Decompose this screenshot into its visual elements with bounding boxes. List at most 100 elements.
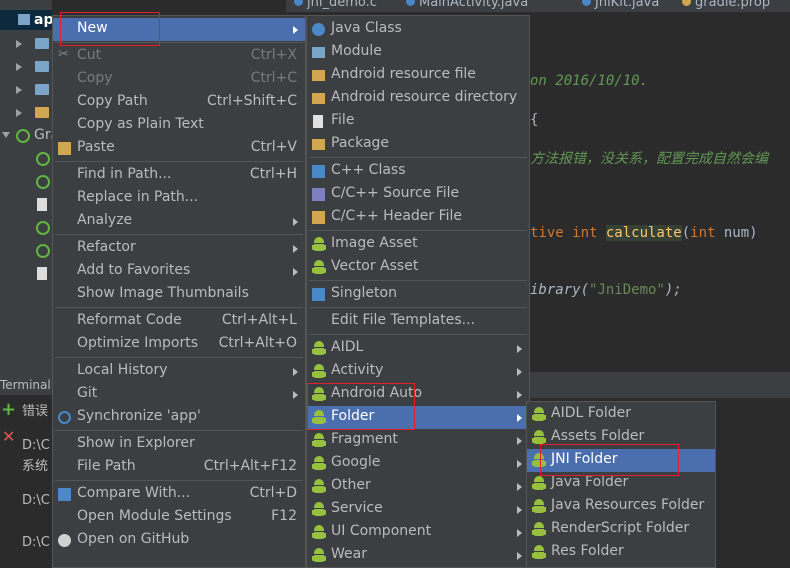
- menu-item-label: Compare With...: [77, 485, 191, 501]
- context-menu-item-refactor[interactable]: Refactor: [53, 237, 305, 260]
- menu-separator: [55, 480, 303, 481]
- new-menu-item-singleton[interactable]: Singleton: [307, 283, 529, 306]
- plus-icon[interactable]: +: [1, 399, 16, 420]
- menu-item-label: Refactor: [77, 239, 136, 255]
- tab-jni-demo[interactable]: jni_demo.c: [294, 0, 377, 12]
- context-menu-item-optimize-imports[interactable]: Optimize Imports Ctrl+Alt+O: [53, 333, 305, 356]
- collapse-arrow-icon[interactable]: [2, 132, 10, 138]
- context-menu-item-copy-as-plain-text[interactable]: Copy as Plain Text: [53, 114, 305, 137]
- compare-icon: [58, 488, 71, 501]
- submenu-arrow-icon: [517, 460, 522, 468]
- expand-arrow-icon[interactable]: [16, 40, 22, 48]
- tab-gradle-prop[interactable]: gradle.prop: [682, 0, 770, 12]
- new-menu-item-service[interactable]: Service: [307, 498, 529, 521]
- tree-row[interactable]: [0, 149, 52, 169]
- new-menu-item-android-resource-directory[interactable]: Android resource directory: [307, 87, 529, 110]
- new-menu-item-android-resource-file[interactable]: Android resource file: [307, 64, 529, 87]
- tree-row[interactable]: [0, 264, 52, 284]
- expand-arrow-icon[interactable]: [16, 86, 22, 94]
- menu-item-shortcut: Ctrl+Alt+F12: [203, 458, 297, 474]
- context-menu-item-show-image-thumbnails[interactable]: Show Image Thumbnails: [53, 283, 305, 306]
- context-menu-item-cut[interactable]: ✂ Cut Ctrl+X: [53, 45, 305, 68]
- submenu-arrow-icon: [293, 391, 298, 399]
- close-icon[interactable]: ✕: [2, 427, 15, 446]
- menu-item-label: Optimize Imports: [77, 335, 198, 351]
- tree-row[interactable]: [0, 80, 52, 100]
- package-icon: [312, 139, 325, 150]
- context-menu-item-analyze[interactable]: Analyze: [53, 210, 305, 233]
- context-menu-item-reformat-code[interactable]: Reformat Code Ctrl+Alt+L: [53, 310, 305, 333]
- tree-row[interactable]: [0, 57, 52, 77]
- terminal-title[interactable]: Terminal: [0, 378, 51, 392]
- context-menu-item-synchronize-app[interactable]: Synchronize 'app': [53, 406, 305, 429]
- new-menu-item-other[interactable]: Other: [307, 475, 529, 498]
- menu-separator: [309, 280, 527, 281]
- context-menu-item-local-history[interactable]: Local History: [53, 360, 305, 383]
- context-menu-item-compare-with[interactable]: Compare With... Ctrl+D: [53, 483, 305, 506]
- android-icon: [532, 522, 546, 537]
- android-icon: [532, 407, 546, 422]
- context-menu-item-replace-in-path[interactable]: Replace in Path...: [53, 187, 305, 210]
- new-menu-item-vector-asset[interactable]: Vector Asset: [307, 256, 529, 279]
- new-menu-item-c-c-source-file[interactable]: C/C++ Source File: [307, 183, 529, 206]
- new-menu-item-wear[interactable]: Wear: [307, 544, 529, 567]
- expand-arrow-icon[interactable]: [16, 109, 22, 117]
- folder-menu-item-renderscript-folder[interactable]: RenderScript Folder: [527, 518, 715, 541]
- new-menu-item-file[interactable]: File: [307, 110, 529, 133]
- new-menu-item-module[interactable]: Module: [307, 41, 529, 64]
- new-menu-item-google[interactable]: Google: [307, 452, 529, 475]
- context-menu-item-find-in-path[interactable]: Find in Path... Ctrl+H: [53, 164, 305, 187]
- new-menu-item-package[interactable]: Package: [307, 133, 529, 156]
- new-menu-item-aidl[interactable]: AIDL: [307, 337, 529, 360]
- menu-item-label: Other: [331, 477, 371, 493]
- folder-menu-item-res-folder[interactable]: Res Folder: [527, 541, 715, 564]
- new-menu-item-c-c-header-file[interactable]: C/C++ Header File: [307, 206, 529, 229]
- highlight-box-jni-folder: [540, 444, 679, 476]
- github-icon: [58, 534, 71, 547]
- tree-row[interactable]: [0, 241, 52, 261]
- context-menu-item-git[interactable]: Git: [53, 383, 305, 406]
- context-menu-item-paste[interactable]: Paste Ctrl+V: [53, 137, 305, 160]
- context-menu-item-copy[interactable]: Copy Ctrl+C: [53, 68, 305, 91]
- terminal-panel[interactable]: + ✕ 错误 D:\C 系统 D:\C D:\C: [0, 395, 52, 568]
- tab-jnikit[interactable]: JniKit.java: [582, 0, 659, 12]
- expand-arrow-icon[interactable]: [16, 63, 22, 71]
- tree-row-gradle[interactable]: Gra: [0, 126, 59, 146]
- context-menu-item-add-to-favorites[interactable]: Add to Favorites: [53, 260, 305, 283]
- submenu-arrow-icon: [517, 391, 522, 399]
- context-menu-item-open-module-settings[interactable]: Open Module Settings F12: [53, 506, 305, 529]
- tab-main-activity[interactable]: MainActivity.java: [406, 0, 528, 12]
- new-menu-item-fragment[interactable]: Fragment: [307, 429, 529, 452]
- menu-item-label: Cut: [77, 47, 102, 63]
- tree-row[interactable]: [0, 195, 52, 215]
- menu-item-label: UI Component: [331, 523, 432, 539]
- folder-menu-item-aidl-folder[interactable]: AIDL Folder: [527, 403, 715, 426]
- terminal-line: D:\C: [22, 493, 50, 508]
- android-icon: [312, 364, 326, 379]
- module-icon: [18, 14, 30, 25]
- new-menu-item-edit-file-templates[interactable]: Edit File Templates...: [307, 310, 529, 333]
- highlight-box-folder: [307, 383, 415, 430]
- new-menu-item-java-class[interactable]: Java Class: [307, 18, 529, 41]
- tree-row[interactable]: [0, 218, 52, 238]
- tree-row[interactable]: [0, 172, 52, 192]
- context-menu-item-file-path[interactable]: File Path Ctrl+Alt+F12: [53, 456, 305, 479]
- tree-row-app[interactable]: ap: [0, 10, 53, 30]
- android-icon: [312, 502, 326, 517]
- tree-row[interactable]: [0, 34, 52, 54]
- code-editor[interactable]: on 2016/10/10. { 方法报错，没关系，配置完成自然会编 tive …: [530, 12, 790, 372]
- context-menu-item-copy-path[interactable]: Copy Path Ctrl+Shift+C: [53, 91, 305, 114]
- menu-separator: [55, 307, 303, 308]
- tree-row[interactable]: [0, 103, 52, 123]
- folder-submenu: AIDL Folder Assets Folder JNI Folder Java F…: [526, 401, 716, 568]
- context-menu-item-show-in-explorer[interactable]: Show in Explorer: [53, 433, 305, 456]
- menu-item-label: Java Resources Folder: [551, 497, 705, 513]
- new-menu-item-c-class[interactable]: C++ Class: [307, 160, 529, 183]
- tab-label: JniKit.java: [595, 0, 660, 10]
- new-menu-item-ui-component[interactable]: UI Component: [307, 521, 529, 544]
- folder-menu-item-java-resources-folder[interactable]: Java Resources Folder: [527, 495, 715, 518]
- context-menu-item-open-on-github[interactable]: Open on GitHub: [53, 529, 305, 552]
- new-menu-item-activity[interactable]: Activity: [307, 360, 529, 383]
- menu-item-label: Analyze: [77, 212, 133, 228]
- new-menu-item-image-asset[interactable]: Image Asset: [307, 233, 529, 256]
